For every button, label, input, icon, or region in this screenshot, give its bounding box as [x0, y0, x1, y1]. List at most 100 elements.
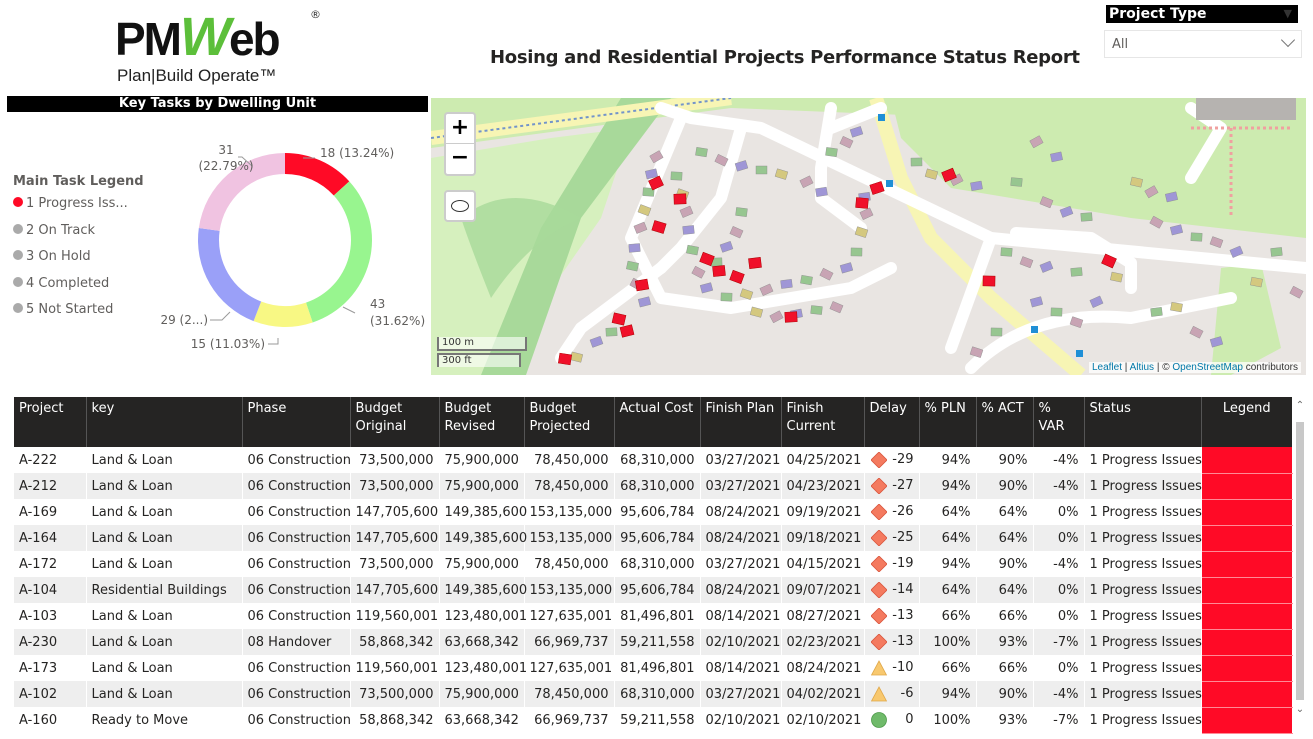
column-header[interactable]: Budget Projected — [524, 397, 615, 447]
pct-var-cell: 0% — [1033, 577, 1085, 603]
table-row[interactable]: A-173 Land & Loan 06 Construction 119,560,0… — [14, 655, 1293, 682]
finish-plan-cell: 03/27/2021 — [700, 681, 782, 707]
diamond-status-icon — [870, 478, 887, 494]
table-row[interactable]: A-212 Land & Loan 06 Construction 73,500,00… — [14, 473, 1293, 500]
finish-plan-cell: 02/10/2021 — [700, 707, 782, 733]
phase-cell: 06 Construction — [242, 577, 351, 603]
status-cell: 1 Progress Issues — [1084, 447, 1202, 473]
column-header[interactable]: Budget Revised — [439, 397, 525, 447]
legend-cell — [1201, 629, 1293, 656]
scroll-thumb[interactable] — [1296, 422, 1304, 700]
scroll-down-icon[interactable]: ⌄ — [1294, 704, 1306, 715]
key-cell: Residential Buildings — [86, 577, 243, 603]
phase-cell: 06 Construction — [242, 551, 351, 577]
column-header[interactable]: Finish Current — [781, 397, 865, 447]
legend-label: 4 Completed — [26, 275, 110, 291]
column-header[interactable]: % PLN — [919, 397, 977, 447]
legend-item[interactable]: 4 Completed — [13, 276, 109, 291]
map-tiles[interactable] — [431, 98, 1306, 375]
column-header[interactable]: Budget Original — [350, 397, 440, 447]
actual-cost-cell: 81,496,801 — [614, 655, 701, 681]
delay-value: -25 — [892, 530, 914, 545]
table-row[interactable]: A-164 Land & Loan 06 Construction 147,705,6… — [14, 525, 1293, 552]
table-row[interactable]: A-160 Ready to Move 06 Construction 58,868,… — [14, 707, 1293, 734]
table-scrollbar[interactable]: ⌃ ⌄ — [1294, 397, 1306, 722]
leaflet-link[interactable]: Leaflet — [1092, 362, 1122, 373]
donut-slice[interactable] — [253, 301, 313, 327]
osm-link[interactable]: OpenStreetMap — [1172, 362, 1243, 373]
pct-plan-cell: 100% — [919, 629, 977, 655]
budget-projected-cell: 78,450,000 — [524, 681, 615, 707]
delay-value: -14 — [892, 582, 914, 597]
column-header[interactable]: Finish Plan — [700, 397, 782, 447]
table-row[interactable]: A-222 Land & Loan 06 Construction 73,500,00… — [14, 447, 1293, 474]
legend-dot-icon — [13, 223, 23, 234]
pct-plan-cell: 94% — [919, 681, 977, 707]
budget-projected-cell: 66,969,737 — [524, 707, 615, 733]
legend-item[interactable]: 1 Progress Iss... — [13, 196, 128, 211]
zoom-in-button[interactable]: + — [446, 114, 474, 144]
delay-value: -13 — [892, 634, 914, 649]
scroll-up-icon[interactable]: ⌃ — [1294, 400, 1306, 411]
pct-var-cell: 0% — [1033, 499, 1085, 525]
leader-line — [268, 338, 279, 345]
key-cell: Land & Loan — [86, 681, 243, 707]
actual-cost-cell: 68,310,000 — [614, 551, 701, 577]
pct-var-cell: -4% — [1033, 681, 1085, 707]
column-header[interactable]: Project — [14, 397, 87, 447]
donut-slice[interactable] — [305, 181, 372, 323]
project-cell: A-173 — [14, 655, 87, 681]
budget-original-cell: 73,500,000 — [350, 473, 440, 499]
pct-var-cell: 0% — [1033, 603, 1085, 629]
status-cell: 1 Progress Issues — [1084, 681, 1202, 707]
pct-plan-cell: 66% — [919, 655, 977, 681]
delay-cell: -13 — [864, 603, 920, 629]
project-type-dropdown[interactable]: All — [1104, 30, 1302, 58]
leader-line — [210, 311, 231, 321]
column-header[interactable]: key — [86, 397, 243, 447]
key-cell: Land & Loan — [86, 473, 243, 499]
column-header[interactable]: Actual Cost — [614, 397, 701, 447]
column-header[interactable]: Delay — [864, 397, 920, 447]
column-header[interactable]: Phase — [242, 397, 351, 447]
column-header[interactable]: Legend — [1201, 397, 1292, 447]
pct-var-cell: -4% — [1033, 447, 1085, 473]
donut-slice[interactable] — [198, 227, 262, 322]
project-cell: A-230 — [14, 629, 87, 655]
pct-actual-cell: 64% — [976, 577, 1034, 603]
budget-projected-cell: 78,450,000 — [524, 551, 615, 577]
pct-plan-cell: 94% — [919, 473, 977, 499]
budget-original-cell: 147,705,600 — [350, 499, 440, 525]
projects-table: Project key Phase Budget Original Budget Rev… — [14, 397, 1293, 734]
column-header[interactable]: Status — [1084, 397, 1202, 447]
actual-cost-cell: 59,211,558 — [614, 707, 701, 733]
table-row[interactable]: A-103 Land & Loan 06 Construction 119,560,0… — [14, 603, 1293, 630]
table-row[interactable]: A-169 Land & Loan 06 Construction 147,705,6… — [14, 499, 1293, 526]
key-cell: Ready to Move — [86, 707, 243, 733]
actual-cost-cell: 81,496,801 — [614, 603, 701, 629]
table-row[interactable]: A-102 Land & Loan 06 Construction 73,500,00… — [14, 681, 1293, 708]
budget-original-cell: 58,868,342 — [350, 707, 440, 733]
legend-item[interactable]: 5 Not Started — [13, 302, 113, 317]
column-header[interactable]: % VAR — [1033, 397, 1085, 447]
table-row[interactable]: A-230 Land & Loan 08 Handover 58,868,342 63,… — [14, 629, 1293, 656]
column-header[interactable]: % ACT — [976, 397, 1034, 447]
table-row[interactable]: A-172 Land & Loan 06 Construction 73,500,00… — [14, 551, 1293, 578]
table-row[interactable]: A-104 Residential Buildings 06 Constructio… — [14, 577, 1293, 604]
legend-item[interactable]: 3 On Hold — [13, 249, 91, 264]
phase-cell: 06 Construction — [242, 525, 351, 551]
lasso-select-button[interactable] — [444, 190, 476, 222]
legend-item[interactable]: 2 On Track — [13, 223, 95, 238]
delay-cell: -19 — [864, 551, 920, 577]
finish-current-cell: 04/25/2021 — [781, 447, 865, 473]
map-view[interactable]: + − 100 m 300 ft Leaflet | Altius | © Op… — [431, 98, 1306, 375]
status-cell: 1 Progress Issues — [1084, 707, 1202, 733]
key-cell: Land & Loan — [86, 447, 243, 473]
scale-metric: 100 m — [437, 337, 527, 351]
actual-cost-cell: 68,310,000 — [614, 681, 701, 707]
altius-link[interactable]: Altius — [1130, 362, 1154, 373]
key-cell: Land & Loan — [86, 525, 243, 551]
zoom-out-button[interactable]: − — [446, 144, 474, 174]
finish-current-cell: 02/23/2021 — [781, 629, 865, 655]
budget-original-cell: 119,560,001 — [350, 655, 440, 681]
